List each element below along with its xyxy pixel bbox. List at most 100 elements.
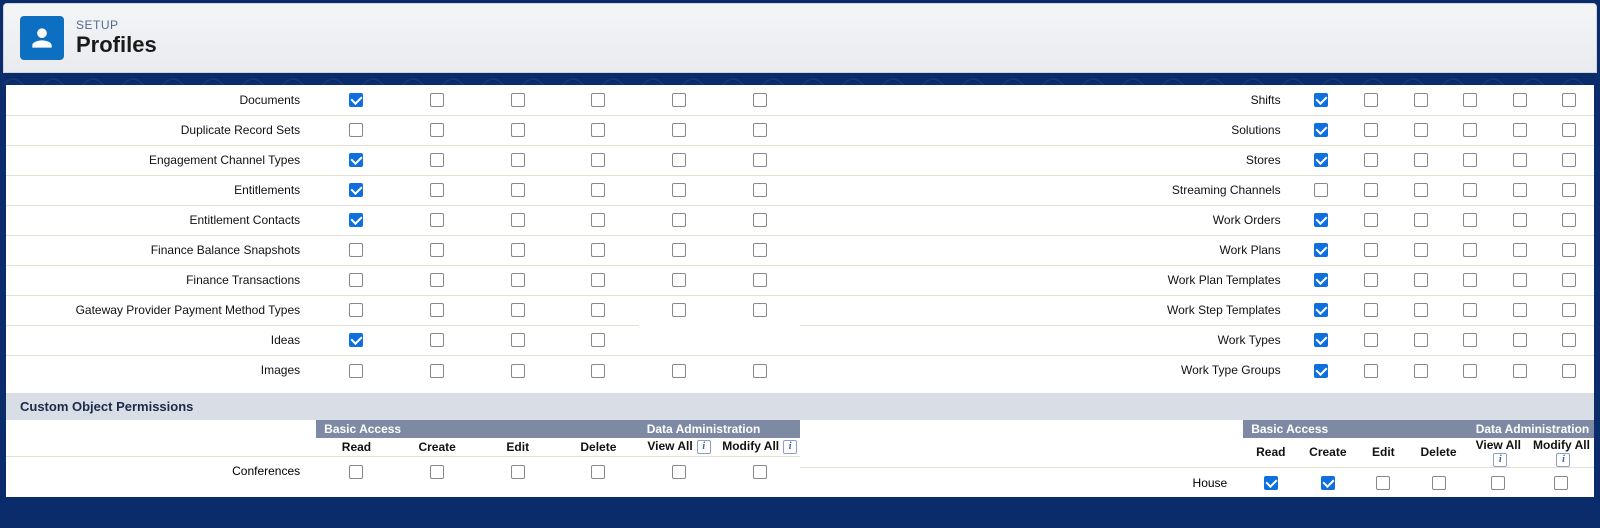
perm-checkbox[interactable]: [349, 243, 363, 257]
perm-checkbox[interactable]: [1414, 93, 1428, 107]
perm-checkbox[interactable]: [349, 303, 363, 317]
perm-checkbox[interactable]: [753, 364, 767, 378]
perm-checkbox[interactable]: [430, 183, 444, 197]
perm-checkbox[interactable]: [511, 153, 525, 167]
perm-checkbox[interactable]: [1264, 476, 1278, 490]
info-icon[interactable]: i: [1493, 453, 1507, 467]
perm-checkbox[interactable]: [430, 123, 444, 137]
perm-checkbox[interactable]: [753, 213, 767, 227]
perm-checkbox[interactable]: [591, 333, 605, 347]
info-icon[interactable]: i: [783, 440, 797, 454]
perm-checkbox[interactable]: [511, 273, 525, 287]
perm-checkbox[interactable]: [1562, 364, 1576, 378]
perm-checkbox[interactable]: [349, 153, 363, 167]
perm-checkbox[interactable]: [591, 153, 605, 167]
perm-checkbox[interactable]: [1364, 153, 1378, 167]
perm-checkbox[interactable]: [430, 273, 444, 287]
perm-checkbox[interactable]: [1463, 123, 1477, 137]
perm-checkbox[interactable]: [1463, 243, 1477, 257]
perm-checkbox[interactable]: [1414, 213, 1428, 227]
perm-checkbox[interactable]: [753, 243, 767, 257]
perm-checkbox[interactable]: [1364, 123, 1378, 137]
info-icon[interactable]: i: [697, 440, 711, 454]
perm-checkbox[interactable]: [1513, 153, 1527, 167]
perm-checkbox[interactable]: [511, 243, 525, 257]
perm-checkbox[interactable]: [1414, 273, 1428, 287]
perm-checkbox[interactable]: [1562, 273, 1576, 287]
perm-checkbox[interactable]: [1513, 273, 1527, 287]
perm-checkbox[interactable]: [1314, 243, 1328, 257]
perm-checkbox[interactable]: [591, 465, 605, 479]
perm-checkbox[interactable]: [1364, 364, 1378, 378]
perm-checkbox[interactable]: [511, 213, 525, 227]
perm-checkbox[interactable]: [1562, 243, 1576, 257]
perm-checkbox[interactable]: [1513, 93, 1527, 107]
perm-checkbox[interactable]: [1376, 476, 1390, 490]
perm-checkbox[interactable]: [1314, 273, 1328, 287]
perm-checkbox[interactable]: [349, 465, 363, 479]
perm-checkbox[interactable]: [1463, 333, 1477, 347]
perm-checkbox[interactable]: [1463, 93, 1477, 107]
perm-checkbox[interactable]: [1364, 213, 1378, 227]
perm-checkbox[interactable]: [1414, 243, 1428, 257]
perm-checkbox[interactable]: [1513, 213, 1527, 227]
perm-checkbox[interactable]: [430, 333, 444, 347]
perm-checkbox[interactable]: [672, 243, 686, 257]
perm-checkbox[interactable]: [1562, 123, 1576, 137]
perm-checkbox[interactable]: [1432, 476, 1446, 490]
perm-checkbox[interactable]: [1513, 123, 1527, 137]
perm-checkbox[interactable]: [753, 123, 767, 137]
perm-checkbox[interactable]: [1562, 333, 1576, 347]
perm-checkbox[interactable]: [349, 123, 363, 137]
perm-checkbox[interactable]: [1513, 364, 1527, 378]
perm-checkbox[interactable]: [753, 465, 767, 479]
perm-checkbox[interactable]: [1491, 476, 1505, 490]
perm-checkbox[interactable]: [1414, 153, 1428, 167]
perm-checkbox[interactable]: [672, 123, 686, 137]
perm-checkbox[interactable]: [349, 273, 363, 287]
perm-checkbox[interactable]: [1463, 183, 1477, 197]
perm-checkbox[interactable]: [1562, 183, 1576, 197]
perm-checkbox[interactable]: [430, 93, 444, 107]
perm-checkbox[interactable]: [1364, 333, 1378, 347]
perm-checkbox[interactable]: [1314, 333, 1328, 347]
perm-checkbox[interactable]: [1513, 183, 1527, 197]
perm-checkbox[interactable]: [753, 183, 767, 197]
perm-checkbox[interactable]: [591, 123, 605, 137]
perm-checkbox[interactable]: [349, 364, 363, 378]
perm-checkbox[interactable]: [511, 123, 525, 137]
perm-checkbox[interactable]: [430, 243, 444, 257]
perm-checkbox[interactable]: [1314, 123, 1328, 137]
perm-checkbox[interactable]: [1364, 183, 1378, 197]
perm-checkbox[interactable]: [591, 93, 605, 107]
perm-checkbox[interactable]: [349, 333, 363, 347]
perm-checkbox[interactable]: [753, 153, 767, 167]
perm-checkbox[interactable]: [1314, 303, 1328, 317]
perm-checkbox[interactable]: [1314, 213, 1328, 227]
perm-checkbox[interactable]: [1364, 273, 1378, 287]
perm-checkbox[interactable]: [672, 273, 686, 287]
perm-checkbox[interactable]: [1364, 303, 1378, 317]
perm-checkbox[interactable]: [672, 465, 686, 479]
perm-checkbox[interactable]: [591, 364, 605, 378]
perm-checkbox[interactable]: [511, 465, 525, 479]
perm-checkbox[interactable]: [1463, 303, 1477, 317]
perm-checkbox[interactable]: [1414, 333, 1428, 347]
perm-checkbox[interactable]: [1314, 153, 1328, 167]
perm-checkbox[interactable]: [753, 273, 767, 287]
perm-checkbox[interactable]: [672, 303, 686, 317]
perm-checkbox[interactable]: [349, 93, 363, 107]
perm-checkbox[interactable]: [753, 303, 767, 317]
perm-checkbox[interactable]: [1414, 123, 1428, 137]
perm-checkbox[interactable]: [591, 213, 605, 227]
perm-checkbox[interactable]: [1513, 303, 1527, 317]
perm-checkbox[interactable]: [511, 183, 525, 197]
perm-checkbox[interactable]: [430, 153, 444, 167]
perm-checkbox[interactable]: [1562, 213, 1576, 227]
perm-checkbox[interactable]: [672, 153, 686, 167]
perm-checkbox[interactable]: [1513, 243, 1527, 257]
perm-checkbox[interactable]: [511, 364, 525, 378]
perm-checkbox[interactable]: [672, 183, 686, 197]
info-icon[interactable]: i: [1556, 453, 1570, 467]
perm-checkbox[interactable]: [1562, 303, 1576, 317]
